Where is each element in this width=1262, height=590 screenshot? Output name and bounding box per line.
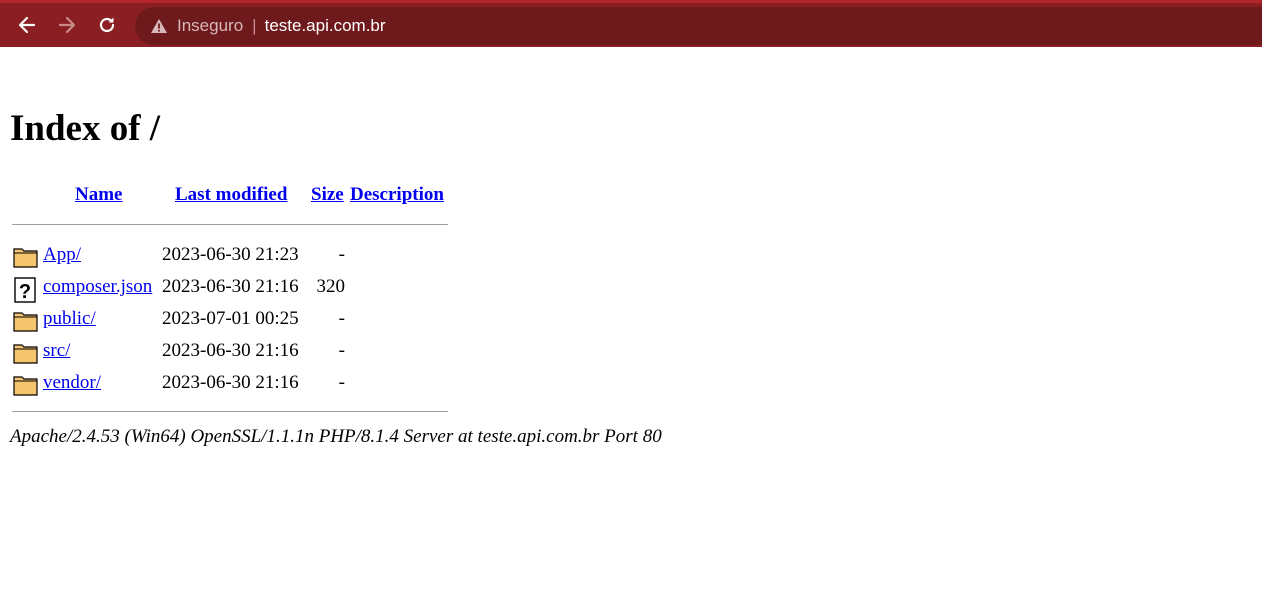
entry-name-link[interactable]: composer.json — [43, 276, 152, 298]
folder-icon — [13, 245, 39, 269]
entry-name-link[interactable]: App/ — [43, 244, 81, 266]
url-separator: | — [252, 16, 257, 35]
entry-size: - — [338, 244, 345, 265]
entry-last-modified: 2023-06-30 21:23 — [162, 244, 299, 265]
list-item: public/ 2023-07-01 00:25 - — [0, 307, 700, 335]
column-header-last-modified[interactable]: Last modified — [175, 184, 287, 206]
entry-name-link[interactable]: src/ — [43, 340, 70, 362]
forward-button[interactable] — [55, 13, 79, 37]
list-item: src/ 2023-06-30 21:16 - — [0, 339, 700, 367]
reload-icon — [99, 17, 115, 33]
header-divider — [12, 224, 448, 225]
arrow-right-icon — [58, 16, 76, 34]
entry-name-link[interactable]: public/ — [43, 308, 96, 330]
entry-size: 320 — [316, 276, 346, 297]
url-text[interactable]: teste.api.com.br — [265, 16, 386, 36]
entry-last-modified: 2023-07-01 00:25 — [162, 308, 299, 329]
unknown-file-icon: ? — [13, 277, 39, 303]
list-item: App/ 2023-06-30 21:23 - — [0, 243, 700, 271]
server-signature: Apache/2.4.53 (Win64) OpenSSL/1.1.1n PHP… — [10, 426, 662, 447]
entry-size: - — [338, 308, 345, 329]
column-header-description[interactable]: Description — [350, 184, 444, 206]
entry-size: - — [338, 372, 345, 393]
column-header-size[interactable]: Size — [311, 184, 344, 206]
list-item: ? composer.json 2023-06-30 21:16 320 — [0, 275, 700, 303]
footer-divider — [12, 411, 448, 412]
entry-last-modified: 2023-06-30 21:16 — [162, 340, 299, 361]
folder-icon — [13, 309, 39, 333]
back-button[interactable] — [15, 13, 39, 37]
arrow-left-icon — [18, 16, 36, 34]
column-header-name[interactable]: Name — [75, 184, 122, 206]
svg-text:?: ? — [19, 281, 31, 303]
warning-triangle-icon[interactable] — [150, 17, 168, 35]
reload-button[interactable] — [95, 13, 119, 37]
entry-size: - — [338, 340, 345, 361]
folder-icon — [13, 373, 39, 397]
entry-name-link[interactable]: vendor/ — [43, 372, 101, 394]
entry-last-modified: 2023-06-30 21:16 — [162, 276, 299, 297]
list-item: vendor/ 2023-06-30 21:16 - — [0, 371, 700, 399]
page-title: Index of / — [10, 108, 161, 149]
folder-icon — [13, 341, 39, 365]
address-bar[interactable]: Inseguro | teste.api.com.br — [135, 7, 1262, 45]
entry-last-modified: 2023-06-30 21:16 — [162, 372, 299, 393]
security-label[interactable]: Inseguro — [177, 16, 243, 36]
browser-toolbar: Inseguro | teste.api.com.br — [0, 0, 1262, 47]
